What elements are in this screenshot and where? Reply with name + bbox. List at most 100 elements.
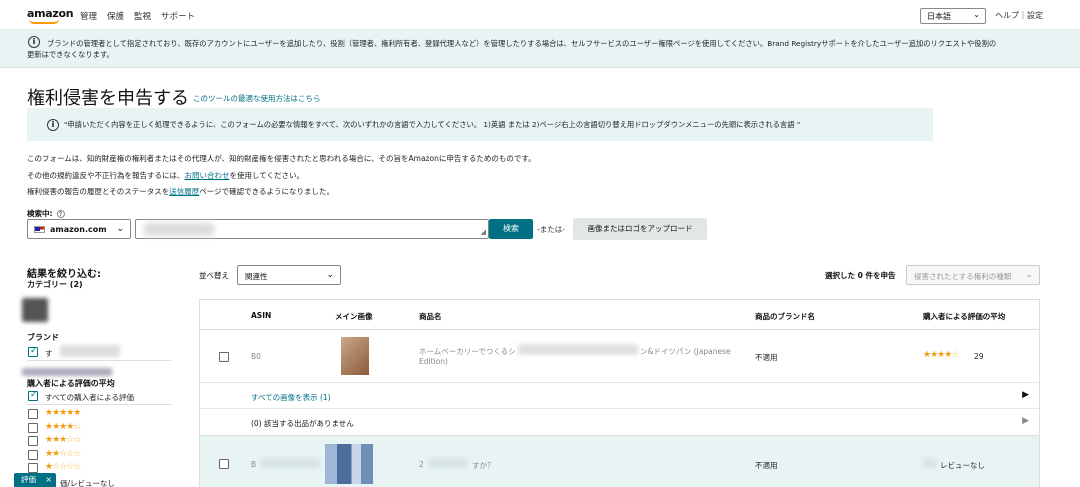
- other-report-text: その他の規約違反や不正行為を報告するには、お問い合わせを使用してください。: [27, 170, 304, 181]
- marketplace-select[interactable]: amazon.com ⌄: [27, 219, 131, 239]
- rating-3-checkbox[interactable]: [28, 436, 38, 446]
- redacted-title: [428, 458, 468, 468]
- rights-type-select[interactable]: 侵害されたとする権利の種類 ⌄: [906, 265, 1040, 285]
- rating-stars: ★★★★☆: [923, 350, 959, 360]
- contact-link[interactable]: お問い合わせ: [185, 171, 230, 180]
- redacted-brand: [60, 345, 120, 357]
- nav-protect[interactable]: 保護: [107, 10, 124, 22]
- brand-all-checkbox[interactable]: [28, 346, 38, 357]
- search-button[interactable]: 検索: [489, 219, 533, 239]
- brand-all-label: す: [45, 349, 53, 358]
- rating-5-checkbox[interactable]: [28, 409, 38, 419]
- chevron-down-icon: ⌄: [116, 224, 124, 234]
- divider: [27, 404, 171, 405]
- rating-heading: 購入者による評価の平均: [27, 379, 115, 388]
- info-icon: i: [28, 36, 40, 48]
- header-main-image: メイン画像: [335, 312, 373, 321]
- redacted-query: [144, 223, 214, 236]
- search-input[interactable]: ◢: [135, 219, 489, 239]
- nav-monitor[interactable]: 監視: [134, 10, 151, 22]
- other-report-pre: その他の規約違反や不正行為を報告するには、: [27, 171, 185, 180]
- redacted-asin: [260, 458, 320, 468]
- expand-triangle-icon[interactable]: ▶: [1022, 416, 1029, 426]
- row-checkbox[interactable]: [219, 459, 229, 469]
- redacted-title: [518, 344, 638, 355]
- form-description: このフォームは、知的財産権の権利者またはその代理人が、知的財産権を侵害されたと思…: [27, 154, 536, 163]
- show-images-row[interactable]: すべての画像を表示 (1) ▶: [200, 382, 1039, 408]
- rating-4-stars: ★★★★☆: [45, 422, 81, 432]
- chevron-down-icon: ⌄: [326, 270, 334, 280]
- history-link[interactable]: 送信履歴: [169, 187, 199, 196]
- product-title-end[interactable]: ン&ドイツパン (Japanese: [640, 346, 731, 357]
- chevron-down-icon: ⌄: [1025, 270, 1033, 280]
- product-title-end[interactable]: すか？: [472, 460, 495, 471]
- rating-3-stars: ★★★☆☆: [45, 435, 81, 445]
- resize-grip-icon[interactable]: ◢: [481, 228, 486, 236]
- header-title: 商品名: [419, 312, 442, 321]
- history-post: ページで確認できるようになりました。: [199, 187, 334, 196]
- row-checkbox[interactable]: [219, 352, 229, 362]
- product-image[interactable]: [325, 444, 373, 484]
- product-title-start[interactable]: 2: [419, 460, 424, 469]
- table-header: ASIN メイン画像 商品名 商品のブランド名 購入者による評価の平均: [200, 300, 1039, 330]
- rights-type-placeholder: 侵害されたとする権利の種類: [914, 272, 1012, 281]
- banner-text-2: 更新はできなくなります。: [27, 50, 114, 59]
- language-select[interactable]: 日本語 ⌄: [920, 8, 986, 24]
- expand-triangle-icon[interactable]: ▶: [1022, 390, 1029, 400]
- rating-1-checkbox[interactable]: [28, 463, 38, 473]
- rating-2-stars: ★★☆☆☆: [45, 449, 81, 459]
- header-asin: ASIN: [251, 311, 272, 320]
- search-label-text: 検索中:: [27, 209, 53, 218]
- help-icon[interactable]: ?: [56, 210, 65, 218]
- rating-all-checkbox[interactable]: [28, 390, 38, 401]
- info-banner: i ブランドの管理者として指定されており、既存のアカウントにユーザーを追加したり…: [0, 30, 1080, 68]
- sort-label: 並べ替え: [199, 271, 229, 280]
- category-heading: カテゴリー (2): [27, 280, 83, 289]
- offers-row[interactable]: (0) 該当する出品がありません ▶: [200, 408, 1039, 434]
- info-icon: i: [47, 119, 59, 131]
- marketplace-value: amazon.com: [50, 225, 107, 234]
- chevron-down-icon: ⌄: [973, 10, 980, 19]
- brand-value: 不適用: [755, 353, 778, 362]
- asin-value: B: [251, 460, 257, 469]
- history-pre: 権利侵害の報告の履歴とそのステータスを: [27, 187, 170, 196]
- sort-value: 関連性: [245, 272, 268, 281]
- rating-count[interactable]: 29: [974, 352, 984, 361]
- product-title-start[interactable]: ホームベーカリーでつくるシ: [419, 346, 516, 357]
- redacted-category: [22, 298, 48, 322]
- report-selected-count: 選択した 0 件を申告: [825, 271, 896, 280]
- brand-heading: ブランド: [27, 333, 59, 342]
- upload-image-button[interactable]: 画像またはロゴをアップロード: [573, 218, 707, 240]
- usage-guide-link[interactable]: このツールの最適な使用方法はこちら: [193, 93, 321, 104]
- redacted-strip: [22, 368, 112, 376]
- filter-title: 結果を絞り込む:: [27, 269, 101, 280]
- asin-value: B0: [251, 352, 261, 361]
- language-notice: i "申請いただく内容を正しく処理できるように、このフォームの必要な情報をすべて…: [27, 108, 933, 141]
- rating-filter-chip[interactable]: 評価 ×: [14, 473, 56, 487]
- help-settings-link[interactable]: ヘルプ｜設定: [995, 10, 1043, 21]
- redacted-rating: [923, 458, 937, 468]
- show-images-link[interactable]: すべての画像を表示 (1): [251, 392, 331, 403]
- no-review-text: レビューなし: [940, 461, 985, 470]
- top-bar: amazon 管理 保護 監視 サポート 日本語 ⌄ ヘルプ｜設定: [0, 0, 1080, 30]
- amazon-smile-icon: [29, 19, 59, 24]
- divider: [27, 360, 171, 361]
- nav-support[interactable]: サポート: [161, 10, 195, 22]
- close-icon[interactable]: ×: [45, 473, 52, 487]
- rating-all-label: すべての購入者による評価: [45, 393, 134, 402]
- product-image[interactable]: [341, 337, 369, 375]
- rating-4-checkbox[interactable]: [28, 423, 38, 433]
- banner-text: ブランドの管理者として指定されており、既存のアカウントにユーザーを追加したり、役…: [47, 39, 997, 48]
- header-brand: 商品のブランド名: [755, 312, 815, 321]
- chip-label: 評価: [21, 475, 36, 484]
- table-row: B 2 すか？ 不適用 レビューなし: [200, 435, 1039, 487]
- nav-manage[interactable]: 管理: [80, 10, 97, 22]
- brand-value: 不適用: [755, 461, 778, 470]
- search-label: 検索中:?: [27, 208, 65, 219]
- us-flag-icon: [34, 226, 45, 233]
- product-title-line2[interactable]: Edition): [419, 357, 448, 366]
- main-nav: 管理 保護 監視 サポート: [80, 10, 205, 22]
- notice-text: "申請いただく内容を正しく処理できるように、このフォームの必要な情報をすべて、次…: [64, 120, 801, 129]
- sort-select[interactable]: 関連性 ⌄: [237, 265, 341, 285]
- rating-2-checkbox[interactable]: [28, 450, 38, 460]
